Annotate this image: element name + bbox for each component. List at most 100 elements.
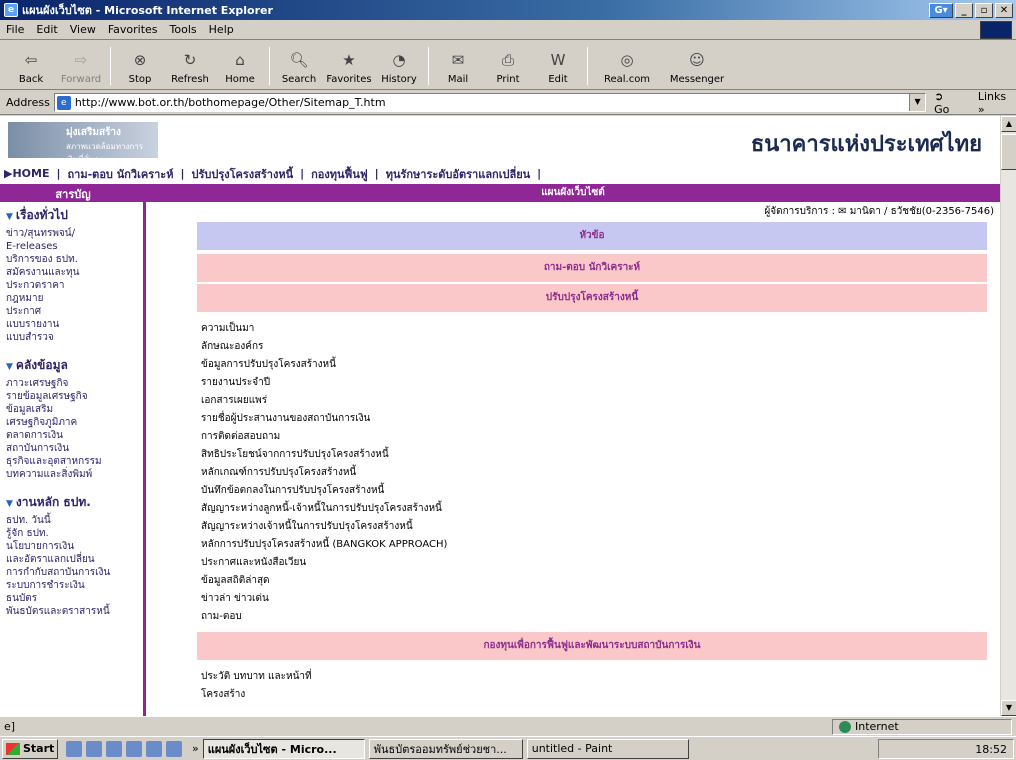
sitemap-link[interactable]: ข้อมูลการปรับปรุงโครงสร้างหนี้	[201, 356, 447, 374]
sitemap-link[interactable]: ประกาศและหนังสือเวียน	[201, 554, 447, 572]
side-item[interactable]: สมัครงานและทุน	[6, 266, 137, 279]
side-item[interactable]: ภาวะเศรษฐกิจ	[6, 377, 137, 390]
sitemap-link[interactable]: เอกสารเผยแพร่	[201, 392, 447, 410]
sitemap-link[interactable]: ลักษณะองค์กร	[201, 338, 447, 356]
address-dropdown-icon[interactable]: ▼	[909, 94, 926, 111]
messenger-button[interactable]: ☺ Messenger	[662, 49, 732, 85]
history-button[interactable]: ◔ History	[374, 49, 424, 85]
sitemap-link[interactable]: หลักการปรับปรุงโครงสร้างหนี้ (BANGKOK AP…	[201, 536, 447, 554]
sitemap-link[interactable]: ความเป็นมา	[201, 320, 447, 338]
address-input[interactable]: e http://www.bot.or.th/bothomepage/Other…	[53, 93, 927, 112]
side-item[interactable]: พันธบัตรและตราสารหนี้	[6, 605, 137, 618]
sitemap-section-qa[interactable]: ถาม-ตอบ นักวิเคราะห์	[197, 254, 987, 282]
vertical-scrollbar[interactable]: ▲ ▼	[1000, 116, 1016, 716]
ie-quicklaunch-icon[interactable]	[66, 740, 82, 757]
scroll-down-icon[interactable]: ▼	[1001, 700, 1016, 716]
nav-home[interactable]: ▶HOME	[4, 167, 49, 180]
sitemap-link[interactable]: สัญญาระหว่างเจ้าหนี้ในการปรับปรุงโครงสร้…	[201, 518, 447, 536]
menu-tools[interactable]: Tools	[170, 23, 197, 36]
task-ie-bonds[interactable]: พันธบัตรออมทรัพย์ช่วยชา...	[368, 738, 523, 759]
forward-button[interactable]: ⇨ Forward	[56, 49, 106, 85]
side-item[interactable]: ธนบัตร	[6, 592, 137, 605]
side-item[interactable]: แบบสำรวจ	[6, 331, 137, 344]
print-button[interactable]: ⎙ Print	[483, 49, 533, 85]
edit-button[interactable]: W Edit	[533, 49, 583, 85]
side-item[interactable]: รู้จัก ธปท.	[6, 527, 137, 540]
menu-help[interactable]: Help	[209, 23, 234, 36]
sitemap-link[interactable]: หลักเกณฑ์การปรับปรุงโครงสร้างหนี้	[201, 464, 447, 482]
side-item[interactable]: เศรษฐกิจภูมิภาค	[6, 416, 137, 429]
task-paint[interactable]: untitled - Paint	[526, 738, 689, 759]
side-item[interactable]: การกำกับสถาบันการเงิน	[6, 566, 137, 579]
sitemap-link[interactable]: ข่าวล่า ข่าวเด่น	[201, 590, 447, 608]
app2-quicklaunch-icon[interactable]	[146, 740, 162, 757]
close-button[interactable]: ✕	[995, 2, 1013, 18]
nav-exchange-fund[interactable]: ทุนรักษาระดับอัตราแลกเปลี่ยน	[386, 165, 530, 183]
sitemap-link[interactable]: ประวัติ บทบาท และหน้าที่	[201, 668, 312, 686]
mail-button[interactable]: ✉ Mail	[433, 49, 483, 85]
search-button[interactable]: 🔍︎ Search	[274, 49, 324, 85]
start-button[interactable]: Start	[2, 738, 58, 759]
sidebar-title: สารบัญ	[55, 188, 91, 201]
side-item[interactable]: นโยบายการเงิน	[6, 540, 137, 553]
favorites-button[interactable]: ★ Favorites	[324, 49, 374, 85]
sitemap-link[interactable]: รายชื่อผู้ประสานงานของสถาบันการเงิน	[201, 410, 447, 428]
side-item[interactable]: ธปท. วันนี้	[6, 514, 137, 527]
sitemap-link[interactable]: โครงสร้าง	[201, 686, 312, 704]
home-button[interactable]: ⌂ Home	[215, 49, 265, 85]
stop-button[interactable]: ⊗ Stop	[115, 49, 165, 85]
chevron-more-icon[interactable]: »	[192, 742, 199, 755]
sidebar: ▼ เรื่องทั่วไป ข่าว/สุนทรพจน์/ E-releases…	[0, 202, 146, 716]
menu-favorites[interactable]: Favorites	[108, 23, 158, 36]
sitemap-section-rehab-fund[interactable]: กองทุนเพื่อการฟื้นฟูและพัฒนาระบบสถาบันกา…	[197, 632, 987, 660]
side-item[interactable]: ธุรกิจและอุตสาหกรรม	[6, 455, 137, 468]
side-item[interactable]: รายข้อมูลเศรษฐกิจ	[6, 390, 137, 403]
nav-rehab-fund[interactable]: กองทุนฟื้นฟู	[311, 165, 368, 183]
sitemap-link[interactable]: บันทึกข้อตกลงในการปรับปรุงโครงสร้างหนี้	[201, 482, 447, 500]
desktop-quicklaunch-icon[interactable]	[106, 740, 122, 757]
side-item[interactable]: กฎหมาย	[6, 292, 137, 305]
side-item[interactable]: ตลาดการเงิน	[6, 429, 137, 442]
favorites-icon: ★	[342, 51, 356, 69]
clock[interactable]: 18:52	[975, 743, 1007, 756]
side-item[interactable]: ประกวดราคา	[6, 279, 137, 292]
realcom-button[interactable]: ◎ Real.com	[592, 49, 662, 85]
app3-quicklaunch-icon[interactable]	[166, 740, 182, 757]
sitemap-link[interactable]: ข้อมูลสถิติล่าสุด	[201, 572, 447, 590]
outlook-quicklaunch-icon[interactable]	[86, 740, 102, 757]
side-item[interactable]: บทความและสิ่งพิมพ์	[6, 468, 137, 481]
scroll-thumb[interactable]	[1001, 134, 1016, 170]
menu-edit[interactable]: Edit	[36, 23, 57, 36]
menu-file[interactable]: File	[6, 23, 24, 36]
nav-debt-restructuring[interactable]: ปรับปรุงโครงสร้างหนี้	[191, 165, 293, 183]
task-ie-sitemap[interactable]: แผนผังเว็บไซต - Micro...	[202, 738, 365, 759]
links-button[interactable]: Links »	[978, 90, 1016, 116]
go-window-icon[interactable]: G▾	[929, 2, 953, 18]
side-item[interactable]: ข้อมูลเสริม	[6, 403, 137, 416]
menu-view[interactable]: View	[70, 23, 96, 36]
sitemap-link[interactable]: รายงานประจำปี	[201, 374, 447, 392]
sitemap-link[interactable]: สิทธิประโยชน์จากการปรับปรุงโครงสร้างหนี้	[201, 446, 447, 464]
sitemap-link[interactable]: สัญญาระหว่างลูกหนี้-เจ้าหนี้ในการปรับปรุ…	[201, 500, 447, 518]
minimize-button[interactable]: _	[955, 2, 973, 18]
side-item[interactable]: สถาบันการเงิน	[6, 442, 137, 455]
side-item[interactable]: แบบรายงาน	[6, 318, 137, 331]
side-item[interactable]: ระบบการชำระเงิน	[6, 579, 137, 592]
side-item[interactable]: E-releases	[6, 240, 137, 253]
back-button[interactable]: ⇦ Back	[6, 49, 56, 85]
sitemap-link[interactable]: การติดต่อสอบถาม	[201, 428, 447, 446]
side-item[interactable]: บริการของ ธปท.	[6, 253, 137, 266]
refresh-button[interactable]: ↻ Refresh	[165, 49, 215, 85]
sitemap-section-debt[interactable]: ปรับปรุงโครงสร้างหนี้	[197, 284, 987, 312]
scroll-up-icon[interactable]: ▲	[1001, 116, 1016, 132]
side-item[interactable]: และอัตราแลกเปลี่ยน	[6, 553, 137, 566]
side-item[interactable]: ข่าว/สุนทรพจน์/	[6, 227, 137, 240]
banner-slogan: มุ่งเสริมสร้าง สภาพแวดล้อมทางการเงินที่ม…	[8, 122, 158, 164]
nav-qa-analyst[interactable]: ถาม-ตอบ นักวิเคราะห์	[68, 165, 174, 183]
edit-icon: W	[550, 51, 566, 69]
side-item[interactable]: ประกาศ	[6, 305, 137, 318]
sitemap-link[interactable]: ถาม-ตอบ	[201, 608, 447, 626]
app-quicklaunch-icon[interactable]	[126, 740, 142, 757]
maximize-button[interactable]: ▫	[975, 2, 993, 18]
go-button[interactable]: ➲ Go	[934, 90, 962, 116]
